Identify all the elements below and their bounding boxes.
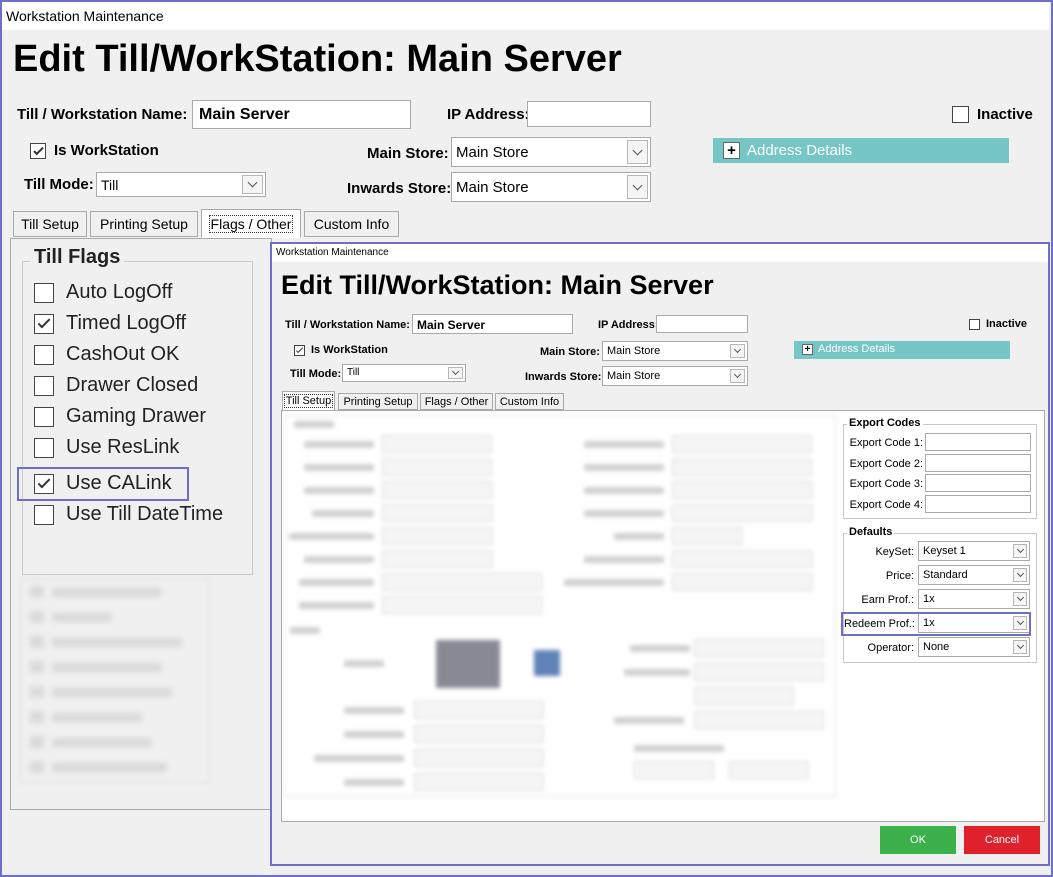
is-workstation-checkbox[interactable] bbox=[30, 143, 46, 159]
inner-inactive-label: Inactive bbox=[986, 318, 1027, 330]
inner-address-details-expander[interactable]: + Address Details bbox=[794, 341, 1010, 359]
inner-window-title: Workstation Maintenance bbox=[276, 247, 389, 258]
till-mode-label: Till Mode: bbox=[24, 176, 94, 193]
inner-till-mode-label: Till Mode: bbox=[290, 368, 342, 380]
defaults-title: Defaults bbox=[847, 526, 895, 538]
cancel-button[interactable]: Cancel bbox=[964, 826, 1040, 854]
outer-window-title: Workstation Maintenance bbox=[6, 8, 164, 24]
inner-main-store-select[interactable]: Main Store bbox=[602, 341, 748, 361]
till-flags-title: Till Flags bbox=[30, 246, 125, 269]
tab-printing-setup[interactable]: Printing Setup bbox=[90, 211, 198, 237]
inactive-label: Inactive bbox=[977, 106, 1033, 123]
plus-icon[interactable]: + bbox=[723, 142, 740, 159]
export-code-2-label: Export Code 2: bbox=[849, 458, 923, 470]
chevron-down-icon[interactable] bbox=[242, 175, 263, 194]
chevron-down-icon[interactable] bbox=[1013, 640, 1027, 654]
chevron-down-icon[interactable] bbox=[1013, 544, 1027, 558]
inner-main-store-label: Main Store: bbox=[540, 346, 600, 358]
inner-till-mode-select[interactable]: Till bbox=[342, 364, 466, 382]
timed-logoff-checkbox[interactable] bbox=[34, 314, 54, 334]
blurred-outer-options bbox=[20, 578, 210, 783]
blurred-till-settings bbox=[284, 415, 836, 797]
price-select[interactable]: Standard bbox=[918, 565, 1030, 585]
inwards-store-select[interactable]: Main Store bbox=[451, 172, 651, 202]
export-codes-title: Export Codes bbox=[847, 417, 923, 429]
chevron-down-icon[interactable] bbox=[448, 367, 463, 379]
address-details-expander[interactable]: + Address Details bbox=[713, 138, 1009, 163]
ip-address-field[interactable] bbox=[527, 101, 651, 127]
auto-logoff-checkbox[interactable] bbox=[34, 283, 54, 303]
gaming-drawer-checkbox[interactable] bbox=[34, 407, 54, 427]
chevron-down-icon[interactable] bbox=[730, 344, 745, 358]
gaming-drawer-label: Gaming Drawer bbox=[66, 405, 207, 427]
outer-title-bar: Workstation Maintenance bbox=[2, 2, 1049, 30]
auto-logoff-label: Auto LogOff bbox=[66, 281, 173, 303]
tab-flags-other[interactable]: Flags / Other bbox=[201, 209, 301, 238]
inner-ip-address-field[interactable] bbox=[656, 315, 748, 333]
ok-button[interactable]: OK bbox=[880, 826, 956, 854]
export-code-2-field[interactable] bbox=[925, 454, 1031, 472]
inner-ip-address-label: IP Address: bbox=[598, 319, 659, 331]
chevron-down-icon[interactable] bbox=[627, 175, 648, 199]
inner-tab-custom-info[interactable]: Custom Info bbox=[495, 393, 564, 410]
earn-prof-select[interactable]: 1x bbox=[918, 589, 1030, 609]
use-till-datetime-label: Use Till DateTime bbox=[66, 503, 224, 525]
plus-icon[interactable]: + bbox=[802, 344, 813, 355]
export-code-4-field[interactable] bbox=[925, 495, 1031, 513]
operator-label: Operator: bbox=[867, 642, 914, 654]
chevron-down-icon[interactable] bbox=[1013, 568, 1027, 582]
ip-address-label: IP Address: bbox=[447, 106, 530, 123]
check-icon bbox=[32, 144, 44, 155]
inner-inwards-store-label: Inwards Store: bbox=[525, 371, 602, 383]
inner-inwards-store-select[interactable]: Main Store bbox=[602, 366, 748, 386]
use-reslink-label: Use ResLink bbox=[66, 436, 180, 458]
export-code-3-label: Export Code 3: bbox=[849, 478, 923, 490]
export-code-1-field[interactable] bbox=[925, 433, 1031, 451]
timed-logoff-label: Timed LogOff bbox=[66, 312, 187, 334]
calink-highlight-box bbox=[17, 467, 189, 501]
export-code-1-label: Export Code 1: bbox=[849, 437, 923, 449]
inwards-store-label: Inwards Store: bbox=[347, 180, 452, 197]
inner-tab-flags-other[interactable]: Flags / Other bbox=[420, 393, 493, 410]
inner-is-workstation-label: Is WorkStation bbox=[311, 344, 388, 356]
cashout-ok-label: CashOut OK bbox=[66, 343, 180, 365]
chevron-down-icon[interactable] bbox=[730, 369, 745, 383]
workstation-name-field[interactable]: Main Server bbox=[192, 100, 411, 129]
inner-inactive-checkbox[interactable] bbox=[969, 319, 980, 330]
is-workstation-label: Is WorkStation bbox=[54, 142, 159, 159]
page-title: Edit Till/WorkStation: Main Server bbox=[13, 38, 622, 80]
workstation-name-value: Main Server bbox=[199, 106, 290, 123]
inner-page-title: Edit Till/WorkStation: Main Server bbox=[281, 270, 714, 300]
inner-title-bar: Workstation Maintenance bbox=[272, 244, 1048, 262]
main-store-select[interactable]: Main Store bbox=[451, 137, 651, 167]
check-icon bbox=[37, 315, 51, 329]
main-store-label: Main Store: bbox=[367, 145, 449, 162]
check-icon bbox=[295, 345, 304, 354]
use-till-datetime-checkbox[interactable] bbox=[34, 505, 54, 525]
chevron-down-icon[interactable] bbox=[1013, 592, 1027, 606]
inactive-checkbox[interactable] bbox=[952, 106, 969, 123]
inner-tab-printing-setup[interactable]: Printing Setup bbox=[338, 393, 418, 410]
drawer-closed-checkbox[interactable] bbox=[34, 376, 54, 396]
price-label: Price: bbox=[885, 570, 914, 582]
chevron-down-icon[interactable] bbox=[627, 140, 648, 164]
inner-workstation-name-label: Till / Workstation Name: bbox=[285, 319, 410, 331]
use-reslink-checkbox[interactable] bbox=[34, 438, 54, 458]
keyset-label: KeySet: bbox=[875, 546, 914, 558]
inner-tab-till-setup[interactable]: Till Setup bbox=[282, 391, 335, 411]
tab-till-setup[interactable]: Till Setup bbox=[13, 211, 87, 237]
drawer-closed-label: Drawer Closed bbox=[66, 374, 199, 396]
till-mode-select[interactable]: Till bbox=[96, 172, 266, 197]
earn-prof-label: Earn Prof.: bbox=[861, 594, 914, 606]
keyset-select[interactable]: Keyset 1 bbox=[918, 541, 1030, 561]
inner-is-workstation-checkbox[interactable] bbox=[294, 345, 305, 356]
export-code-4-label: Export Code 4: bbox=[849, 499, 923, 511]
operator-select[interactable]: None bbox=[918, 637, 1030, 657]
tab-custom-info[interactable]: Custom Info bbox=[304, 211, 399, 237]
workstation-name-label: Till / Workstation Name: bbox=[17, 106, 188, 123]
export-code-3-field[interactable] bbox=[925, 474, 1031, 492]
redeem-prof-highlight-box bbox=[841, 612, 1031, 636]
inner-workstation-name-field[interactable]: Main Server bbox=[412, 314, 573, 334]
cashout-ok-checkbox[interactable] bbox=[34, 345, 54, 365]
